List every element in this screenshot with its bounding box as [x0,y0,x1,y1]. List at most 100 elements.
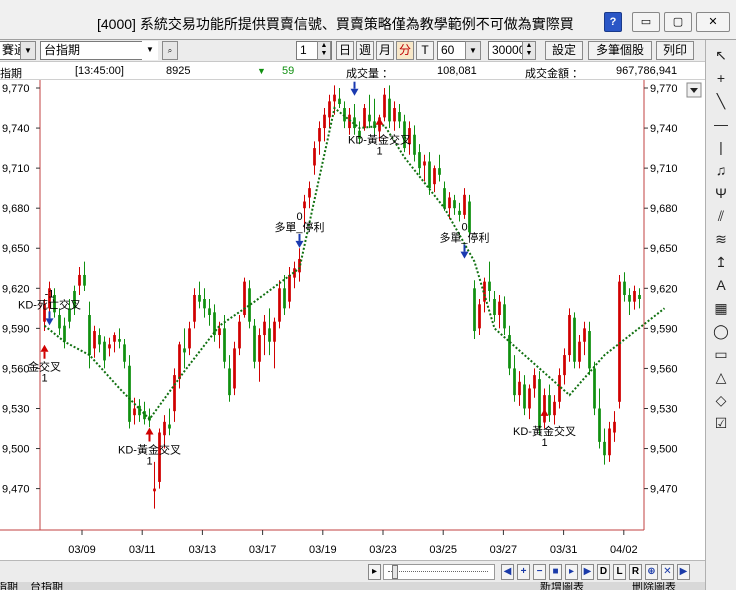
buy-arrow-icon [40,344,49,352]
chart-scrollbar[interactable] [383,564,495,580]
y-tick-label-right: 9,500 [650,444,678,456]
bar-count-stepper-icon[interactable]: ▲ ▼ [522,41,536,60]
candle-body [493,298,496,316]
candle-body [523,384,526,409]
candle-body [438,168,441,175]
step-right-icon[interactable]: ▸ [565,564,578,580]
candle-body [618,281,621,402]
chart-svg[interactable]: 9,770 9,770 9,740 9,740 9,710 9,710 9,680 9,680… [0,80,705,560]
triangle-icon[interactable]: △ [710,367,732,387]
candle-body [63,325,66,342]
candle-body [308,188,311,198]
sell-arrow-icon [460,251,469,259]
bell-icon[interactable]: ♫ [710,160,732,180]
maximize-button[interactable]: ▢ [664,12,692,32]
candle-body [278,288,281,322]
hline-icon[interactable]: — [710,114,732,134]
y-tick-label-right: 9,680 [650,203,678,215]
candle-body [573,317,576,362]
candle-body [153,488,156,492]
day-button[interactable]: 日 [336,41,354,60]
arrow-icon[interactable]: ↥ [710,252,732,272]
y-tick-label-left: 9,740 [2,123,30,135]
scroll-left-icon[interactable]: ◀ [501,564,514,580]
zoom-out-icon[interactable]: − [533,564,546,580]
window-title: [4000] 系統交易功能所提供買賣信號、買賣策略僅為教學範例不可做為實際買 [97,16,574,32]
check-icon[interactable]: ☑ [710,413,732,433]
grid-icon[interactable]: ▦ [710,298,732,318]
candlestick-chart[interactable]: 9,770 9,770 9,740 9,740 9,710 9,710 9,680 9,680… [0,80,705,560]
stop-icon[interactable]: ■ [549,564,562,580]
buy-arrow-icon [375,117,384,125]
signal-count: -1 [45,288,55,300]
settings-button[interactable]: 設定 [545,41,583,60]
scroll-right-icon[interactable]: ▶ [581,564,594,580]
help-button[interactable]: ? [604,12,622,32]
line-icon[interactable]: ╲ [710,91,732,111]
signal-count: 0 [461,222,467,234]
y-tick-label-left: 9,530 [2,403,30,415]
ellipse-icon[interactable]: ◯ [710,321,732,341]
period-stepper-icon[interactable]: ▲ ▼ [317,41,331,60]
eraser-icon[interactable]: ◇ [710,390,732,410]
crosshair-icon[interactable]: + [710,68,732,88]
delete-chart-button[interactable]: 刪除圖表 [632,582,676,590]
scroll-track [388,571,488,572]
rect-icon[interactable]: ▭ [710,344,732,364]
scroll-thumb[interactable] [392,565,398,579]
y-tick-label-right: 9,710 [650,163,678,175]
candle-body [463,194,466,215]
chart-nav-bar: ▸ ◀ + − ■ ▸ ▶ D L R ⊕ ✕ ▶ [0,560,705,582]
indicator-select[interactable]: 台指期 [40,41,158,60]
close-chart-icon[interactable]: ✕ [661,564,674,580]
scroll-end-icon[interactable]: ▶ [677,564,690,580]
y-tick-label-left: 9,560 [2,363,30,375]
sell-arrow-icon [295,240,304,248]
chevron-down-icon[interactable]: ▼ [20,41,36,60]
tick-button[interactable]: T [416,41,434,60]
month-button[interactable]: 月 [376,41,394,60]
zoom-in-icon[interactable]: + [517,564,530,580]
close-button[interactable]: ✕ [696,12,730,32]
buy-arrow-icon [145,427,154,435]
dropdown-arrow-icon[interactable]: ▼ [142,41,158,60]
search-icon[interactable]: ⌕ [162,41,178,60]
print-button[interactable]: 列印 [656,41,694,60]
signal-count: 1 [41,373,47,385]
signal-label: KD-黃金交叉 [348,133,411,147]
signal-count: 1 [541,437,547,449]
line-button[interactable]: L [613,564,626,580]
amount-value: 967,786,941 [616,65,678,77]
down-arrow-icon: ▼ [257,66,266,76]
candle-body [238,321,241,349]
text-icon[interactable]: A [710,275,732,295]
magnify-icon[interactable]: ⊕ [645,564,658,580]
candle-body [468,201,471,233]
daily-button[interactable]: D [597,564,610,580]
candle-body [93,331,96,349]
tab-taifex[interactable]: 台指期 [30,582,63,590]
fib-icon[interactable]: ≋ [710,229,732,249]
candle-body [593,368,596,409]
candle-body [553,401,556,416]
y-tick-label-right: 9,470 [650,484,678,496]
multi-stock-button[interactable]: 多筆個股 [588,41,652,60]
tab-indicator[interactable]: 指期 [0,582,18,590]
fan-icon[interactable]: ⫽ [710,206,732,226]
candle-body [428,161,431,189]
fork-icon[interactable]: Ψ [710,183,732,203]
restore-button[interactable]: R [629,564,642,580]
drawing-tools-panel: ↖ + ╲ — | ♫ Ψ ⫽ ≋ ↥ A ▦ ◯ ▭ △ ◇ ☑ [705,40,736,590]
y-tick-label-left: 9,590 [2,323,30,335]
minute-button[interactable]: 分 [396,41,414,60]
scroll-start-icon[interactable]: ▸ [368,564,381,580]
week-button[interactable]: 週 [356,41,374,60]
candle-body [243,281,246,316]
add-chart-button[interactable]: 新增圖表 [540,582,584,590]
cursor-icon[interactable]: ↖ [710,45,732,65]
vline-icon[interactable]: | [710,137,732,157]
x-tick-label: 03/19 [309,544,337,556]
minute-dropdown-icon[interactable]: ▼ [465,41,481,60]
minimize-button[interactable]: ▭ [632,12,660,32]
candle-body [548,395,551,416]
